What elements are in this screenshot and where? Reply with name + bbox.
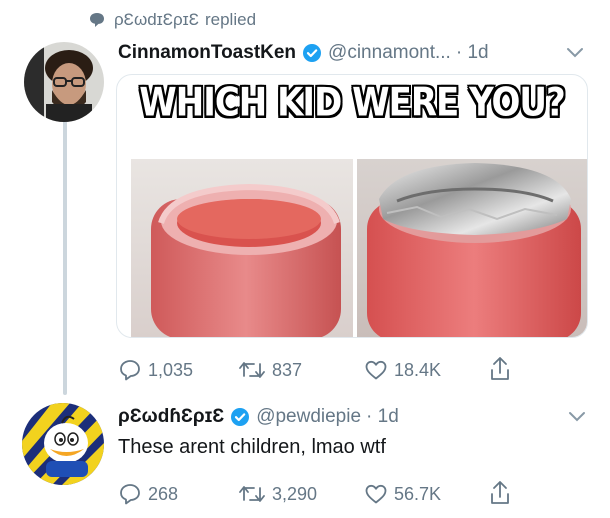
retweet-button[interactable]: 837 (238, 357, 302, 383)
author-name[interactable]: CinnamonToastKen (118, 42, 296, 64)
verified-badge-icon (303, 44, 322, 62)
chevron-down-icon[interactable] (566, 46, 584, 60)
tweet-media[interactable]: WHICH KID WERE YOU? (116, 74, 588, 338)
reply-count: 1,035 (148, 359, 194, 380)
verified-badge-icon (231, 408, 250, 426)
replied-context[interactable]: ρƐωdɪƐρɪƐ replied (88, 8, 256, 32)
thread-line (63, 120, 67, 395)
retweet-count: 3,290 (272, 483, 318, 504)
meme-caption: WHICH KID WERE YOU? (139, 80, 566, 126)
like-button[interactable]: 56.7K (364, 481, 441, 507)
reply-icon (120, 360, 140, 381)
share-icon (491, 481, 509, 504)
reply-author-handle[interactable]: @pewdiepie (256, 406, 361, 428)
retweet-button[interactable]: 3,290 (238, 481, 317, 507)
author-handle[interactable]: @cinnamont... (328, 42, 451, 64)
avatar-cinnamontoastken[interactable] (24, 42, 104, 122)
retweet-icon (239, 486, 265, 502)
speech-bubble-icon (90, 13, 104, 27)
avatar-pewdiepie[interactable] (22, 403, 104, 485)
reply-timestamp[interactable]: · 1d (366, 406, 399, 428)
reply-button[interactable]: 1,035 (118, 357, 193, 383)
share-icon (491, 357, 509, 380)
heart-icon (365, 360, 387, 380)
like-count: 18.4K (394, 359, 442, 380)
tweet-header: CinnamonToastKen @cinnamont... · 1d (118, 40, 489, 66)
like-button[interactable]: 18.4K (364, 357, 441, 383)
jar-photo-open (131, 159, 353, 337)
replier-name: ρƐωdɪƐρɪƐ (114, 10, 199, 29)
reply-count: 268 (148, 483, 179, 504)
jar-photo-foil (357, 159, 587, 337)
heart-icon (365, 484, 387, 504)
retweet-icon (239, 362, 265, 378)
reply-icon (120, 484, 140, 505)
reply-header: ρƐωdɦƐρɪƐ @pewdiepie · 1d (118, 404, 399, 430)
retweet-count: 837 (272, 359, 303, 380)
share-button[interactable] (488, 479, 518, 507)
reply-author-name[interactable]: ρƐωdɦƐρɪƐ (118, 406, 224, 428)
reply-text: These arent children, lmao wtf (118, 436, 386, 458)
replied-label: replied (204, 10, 257, 29)
share-button[interactable] (488, 355, 518, 383)
chevron-down-icon[interactable] (568, 410, 586, 424)
tweet-timestamp[interactable]: · 1d (456, 42, 489, 64)
like-count: 56.7K (394, 483, 442, 504)
reply-button[interactable]: 268 (118, 481, 178, 507)
